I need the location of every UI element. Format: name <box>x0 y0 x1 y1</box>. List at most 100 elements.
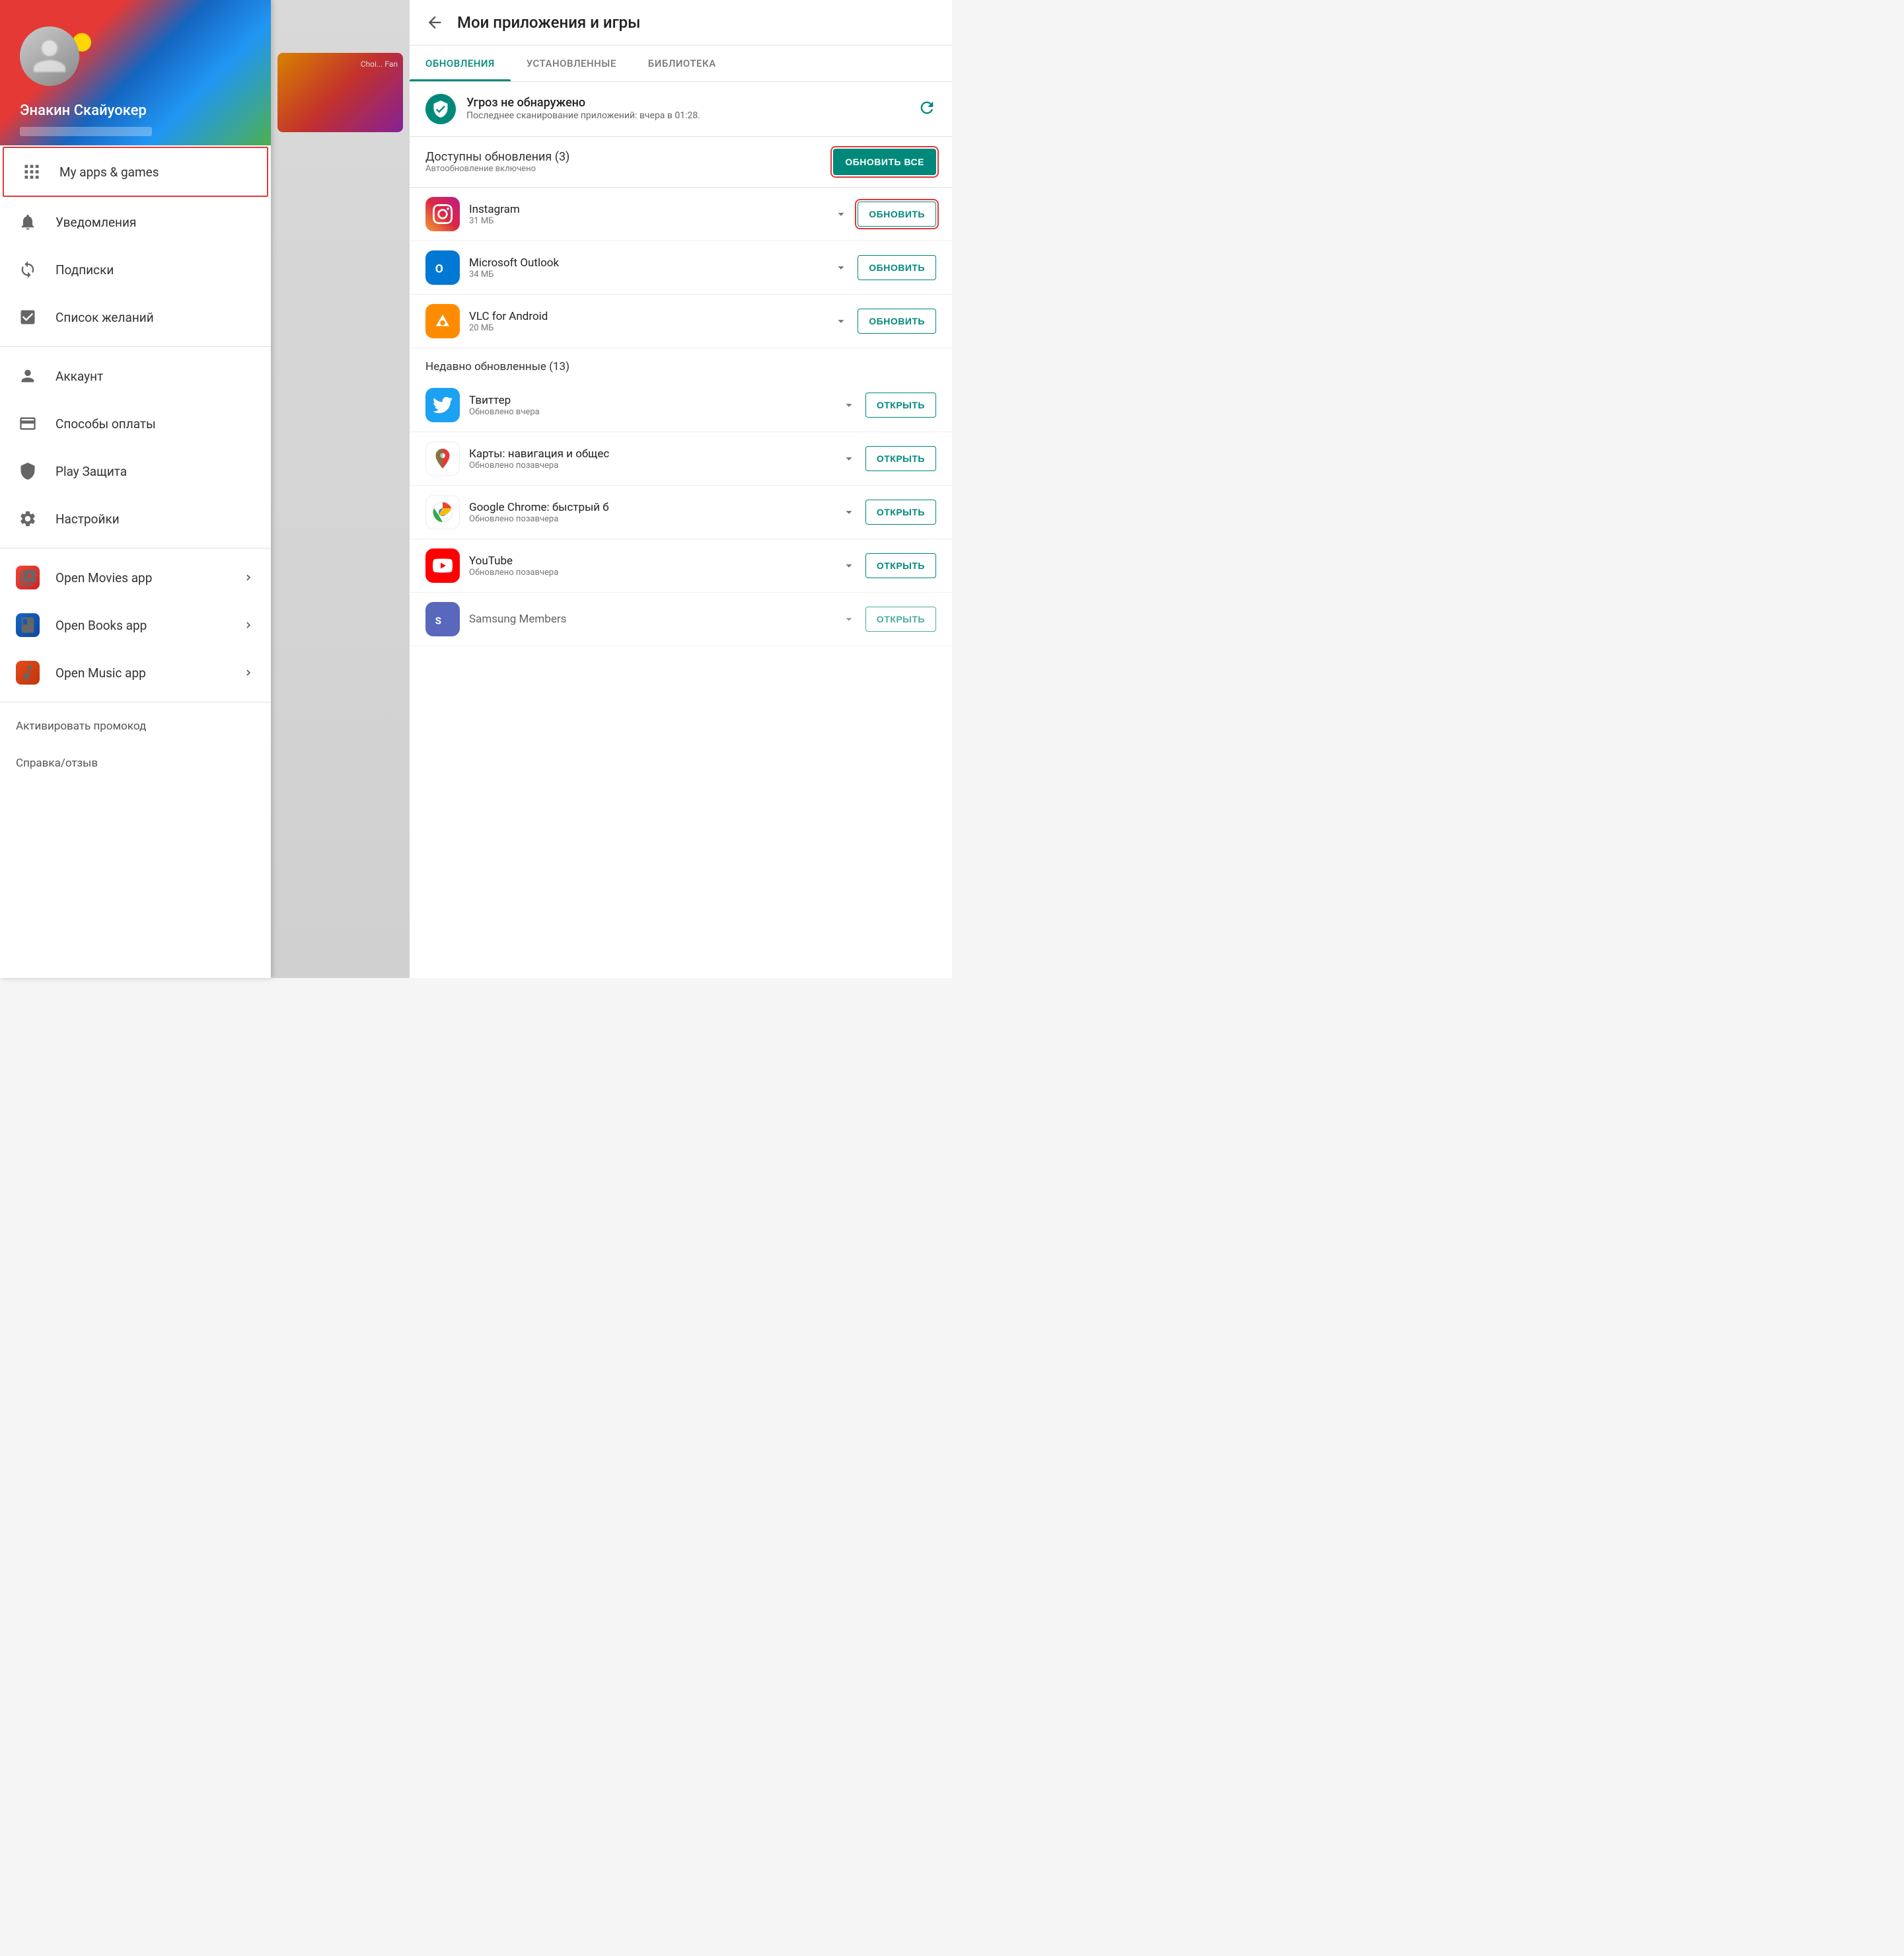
card-icon <box>16 412 40 435</box>
chrome-updated: Обновлено позавчера <box>469 514 832 524</box>
maps-info: Карты: навигация и общес Обновлено позав… <box>469 447 832 470</box>
outlook-chevron-icon[interactable] <box>834 260 848 275</box>
samsung-chevron-icon[interactable] <box>842 612 856 626</box>
maps-icon <box>425 441 460 476</box>
security-subtitle: Последнее сканирование приложений: вчера… <box>466 110 907 123</box>
right-panel: Мои приложения и игры ОБНОВЛЕНИЯ УСТАНОВ… <box>410 0 952 978</box>
sidebar-item-wishlist[interactable]: Список желаний <box>0 293 271 341</box>
avatar <box>20 26 79 86</box>
instagram-chevron-icon[interactable] <box>834 207 848 221</box>
outlook-icon: O <box>425 250 460 285</box>
app-row-samsung: S Samsung Members ОТКРЫТЬ <box>410 593 952 646</box>
sidebar-item-music[interactable]: Open Music app <box>0 649 271 696</box>
bell-icon <box>16 210 40 234</box>
updates-header-text: Доступны обновления (3) Автообновление в… <box>425 150 825 174</box>
sidebar-item-subscriptions[interactable]: Подписки <box>0 246 271 293</box>
outlook-info: Microsoft Outlook 34 МБ <box>469 256 824 280</box>
subscriptions-label: Подписки <box>55 262 255 278</box>
vlc-update-button[interactable]: ОБНОВИТЬ <box>858 309 936 334</box>
avatar-placeholder <box>20 26 79 86</box>
app-row-maps: Карты: навигация и общес Обновлено позав… <box>410 432 952 486</box>
youtube-open-button[interactable]: ОТКРЫТЬ <box>865 553 936 578</box>
check-box-icon <box>16 305 40 329</box>
vlc-icon <box>425 304 460 338</box>
instagram-size: 31 МБ <box>469 216 824 226</box>
recently-updated-header: Недавно обновленные (13) <box>410 348 952 379</box>
maps-chevron-icon[interactable] <box>842 451 856 466</box>
tab-installed[interactable]: УСТАНОВЛЕННЫЕ <box>511 46 632 81</box>
refresh-icon <box>16 258 40 282</box>
chrome-chevron-icon[interactable] <box>842 505 856 519</box>
right-header: Мои приложения и игры <box>410 0 952 46</box>
promo-item[interactable]: Активировать промокод <box>0 708 271 745</box>
vlc-name: VLC for Android <box>469 310 824 323</box>
samsung-info: Samsung Members <box>469 613 832 626</box>
security-text: Угроз не обнаружено Последнее сканирован… <box>466 96 907 123</box>
settings-label: Настройки <box>55 511 255 527</box>
grid-icon <box>20 160 44 184</box>
app-row-chrome: Google Chrome: быстрый б Обновлено позав… <box>410 486 952 539</box>
app-row-outlook: O Microsoft Outlook 34 МБ ОБНОВИТЬ <box>410 241 952 295</box>
tab-updates[interactable]: ОБНОВЛЕНИЯ <box>410 46 511 81</box>
sidebar-item-my-apps[interactable]: My apps & games <box>3 147 268 197</box>
twitter-info: Твиттер Обновлено вчера <box>469 394 832 417</box>
twitter-chevron-icon[interactable] <box>842 398 856 412</box>
updates-available-subtitle: Автообновление включено <box>425 164 825 174</box>
youtube-updated: Обновлено позавчера <box>469 568 832 578</box>
samsung-icon: S <box>425 602 460 636</box>
updates-header-row: Доступны обновления (3) Автообновление в… <box>410 137 952 188</box>
samsung-name: Samsung Members <box>469 613 832 626</box>
movies-arrow-icon <box>240 570 255 585</box>
instagram-icon <box>425 197 460 231</box>
drawer-header: Энакин Скайуокер <box>0 0 271 145</box>
center-img-1: Choi... Fan <box>277 53 403 132</box>
sidebar-item-notifications[interactable]: Уведомления <box>0 198 271 246</box>
payment-label: Способы оплаты <box>55 416 255 432</box>
updates-available-title: Доступны обновления (3) <box>425 150 825 164</box>
app-row-instagram: Instagram 31 МБ ОБНОВИТЬ <box>410 188 952 241</box>
gear-icon <box>16 507 40 531</box>
back-button[interactable] <box>425 13 444 32</box>
samsung-open-button[interactable]: ОТКРЫТЬ <box>865 607 936 632</box>
sidebar-item-movies[interactable]: Open Movies app <box>0 554 271 601</box>
svg-text:O: O <box>435 263 443 276</box>
sidebar-item-payment[interactable]: Способы оплаты <box>0 400 271 447</box>
sidebar-item-settings[interactable]: Настройки <box>0 495 271 543</box>
instagram-name: Instagram <box>469 203 824 216</box>
vlc-size: 20 МБ <box>469 323 824 333</box>
wishlist-label: Список желаний <box>55 310 255 325</box>
youtube-chevron-icon[interactable] <box>842 558 856 573</box>
maps-updated: Обновлено позавчера <box>469 461 832 470</box>
outlook-update-button[interactable]: ОБНОВИТЬ <box>858 255 936 280</box>
right-tabs: ОБНОВЛЕНИЯ УСТАНОВЛЕННЫЕ БИБЛИОТЕКА <box>410 46 952 82</box>
movies-label: Open Movies app <box>55 570 240 585</box>
music-app-icon <box>16 661 40 685</box>
update-all-button[interactable]: ОБНОВИТЬ ВСЕ <box>833 149 936 175</box>
my-apps-label: My apps & games <box>59 165 251 180</box>
twitter-icon <box>425 388 460 422</box>
youtube-name: YouTube <box>469 554 832 568</box>
books-app-icon <box>16 613 40 637</box>
security-refresh-button[interactable] <box>918 98 936 120</box>
user-name: Энакин Скайуокер <box>20 102 147 119</box>
svg-text:S: S <box>435 615 441 627</box>
center-bg <box>271 0 410 978</box>
right-panel-title: Мои приложения и игры <box>457 13 640 32</box>
vlc-chevron-icon[interactable] <box>834 314 848 328</box>
sidebar-item-play-protect[interactable]: Play Защита <box>0 447 271 495</box>
books-arrow-icon <box>240 618 255 632</box>
sidebar-item-account[interactable]: Аккаунт <box>0 352 271 400</box>
maps-open-button[interactable]: ОТКРЫТЬ <box>865 446 936 471</box>
security-title: Угроз не обнаружено <box>466 96 907 110</box>
chrome-open-button[interactable]: ОТКРЫТЬ <box>865 500 936 525</box>
sidebar-item-books[interactable]: Open Books app <box>0 601 271 649</box>
twitter-open-button[interactable]: ОТКРЫТЬ <box>865 393 936 418</box>
instagram-update-button[interactable]: ОБНОВИТЬ <box>858 202 936 227</box>
help-item[interactable]: Справка/отзыв <box>0 745 271 782</box>
user-email <box>20 127 152 136</box>
center-panel: XS MUSIC Choi... Fan ЕЩЁ ЕЩЁ AliEx Smar … <box>271 0 410 978</box>
divider-1 <box>0 346 271 347</box>
tab-library[interactable]: БИБЛИОТЕКА <box>632 46 732 81</box>
app-row-youtube: YouTube Обновлено позавчера ОТКРЫТЬ <box>410 539 952 593</box>
music-arrow-icon <box>240 665 255 680</box>
